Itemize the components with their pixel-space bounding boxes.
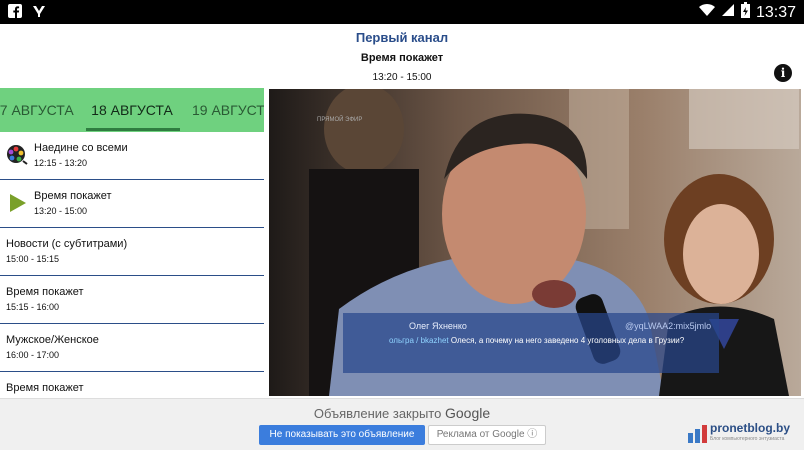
list-item[interactable]: Время покажет 15:15 - 16:00	[0, 276, 264, 324]
notification-icon	[32, 4, 46, 18]
ad-closed-message: Объявление закрыто Google	[0, 405, 804, 421]
item-title: Наедине со всеми	[34, 142, 128, 154]
live-label: ПРЯМОЙ ЭФИР	[317, 117, 363, 123]
overlay-name: Олег Яхненко	[409, 321, 467, 331]
item-title: Время покажет	[34, 190, 112, 202]
battery-icon	[740, 2, 750, 23]
hide-ad-button[interactable]: Не показывать это объявление	[259, 425, 425, 445]
watermark-site: pronetblog.by	[710, 421, 790, 435]
item-title: Время покажет	[6, 286, 84, 298]
item-time: 15:00 - 15:15	[6, 254, 60, 264]
item-time: 13:20 - 15:00	[34, 206, 88, 216]
play-icon	[6, 192, 28, 214]
list-item[interactable]: Время покажет	[0, 372, 264, 398]
list-item[interactable]: Новости (с субтитрами) 15:00 - 15:15	[0, 228, 264, 276]
schedule-list: Наедине со всеми 12:15 - 13:20 Время пок…	[0, 132, 264, 398]
item-title: Время покажет	[6, 382, 84, 394]
overlay-message: Олеся, а почему на него заведено 4 уголо…	[450, 336, 685, 345]
tab-17-august[interactable]: 17 АВГУСТА	[0, 88, 74, 132]
tab-19-august[interactable]: 19 АВГУСТА	[192, 88, 264, 132]
film-reel-icon	[6, 144, 28, 166]
status-bar: 13:37	[0, 0, 804, 24]
video-player[interactable]: ПРЯМОЙ ЭФИР Олег Яхненко @yqLWAA2:mix5jm…	[269, 89, 801, 396]
show-title: Время покажет	[360, 52, 444, 64]
comment-overlay: Олег Яхненко @yqLWAA2:mix5jmlo ольгра / …	[343, 313, 719, 373]
ads-by-google-button[interactable]: Реклама от Google ⓘ	[428, 425, 546, 445]
item-time: 16:00 - 17:00	[6, 350, 60, 360]
overlay-text: ольгра / bkazhet Олеся, а почему на него…	[389, 335, 709, 347]
facebook-icon	[8, 4, 22, 19]
tab-18-august[interactable]: 18 АВГУСТА	[84, 88, 180, 132]
ad-closed-text: Объявление закрыто	[313, 406, 442, 421]
list-item[interactable]: Наедине со всеми 12:15 - 13:20	[0, 132, 264, 180]
overlay-user: ольгра / bkazhet	[389, 336, 449, 345]
item-time: 12:15 - 13:20	[34, 158, 88, 168]
channel-title: Первый канал	[355, 30, 449, 45]
watermark: pronetblog.by Блог компьютерного энтузиа…	[688, 421, 798, 445]
info-icon[interactable]: i	[774, 64, 792, 82]
show-time: 13:20 - 15:00	[372, 72, 432, 83]
clock: 13:37	[755, 3, 796, 21]
list-item[interactable]: Мужское/Женское 16:00 - 17:00	[0, 324, 264, 372]
item-time: 15:15 - 16:00	[6, 302, 60, 312]
list-item[interactable]: Время покажет 13:20 - 15:00	[0, 180, 264, 228]
signal-icon	[721, 3, 735, 22]
date-tabs: 17 АВГУСТА 18 АВГУСТА 19 АВГУСТА	[0, 88, 264, 132]
overlay-handle: @yqLWAA2:mix5jmlo	[625, 321, 712, 331]
item-title: Мужское/Женское	[6, 334, 99, 346]
watermark-tagline: Блог компьютерного энтузиаста	[710, 436, 785, 442]
watermark-logo-icon	[688, 425, 708, 448]
google-logo: Google	[444, 405, 491, 421]
ad-bar: Объявление закрыто Google Не показывать …	[0, 398, 804, 450]
active-tab-indicator	[86, 128, 180, 131]
item-title: Новости (с субтитрами)	[6, 238, 128, 250]
wifi-icon	[698, 3, 715, 22]
program-header: Первый канал Время покажет 13:20 - 15:00…	[0, 24, 804, 88]
